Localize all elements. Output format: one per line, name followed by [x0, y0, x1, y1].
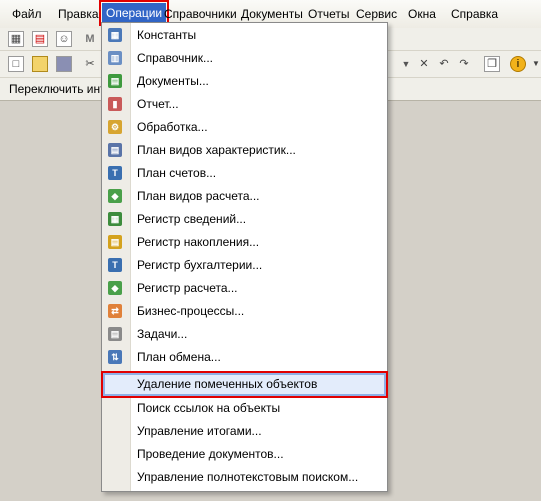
menu-item-characteristic-types[interactable]: ▤ План видов характеристик...: [102, 139, 387, 162]
menu-item-label: Управление полнотекстовым поиском...: [137, 470, 359, 484]
chart-of-accounts-icon: T: [108, 166, 122, 180]
menu-item-label: План обмена...: [137, 350, 221, 364]
menu-catalogs[interactable]: Справочники: [164, 7, 237, 21]
menu-item-label: Регистр сведений...: [137, 212, 247, 226]
menu-service[interactable]: Сервис: [356, 7, 397, 21]
grid-icon[interactable]: ▦: [8, 31, 24, 47]
menu-item-label: План видов расчета...: [137, 189, 260, 203]
clear-icon[interactable]: ✕: [416, 56, 432, 72]
menu-item-label: Константы: [137, 28, 197, 42]
accumulation-register-icon: ▤: [108, 235, 122, 249]
menu-item-label: План видов характеристик...: [137, 143, 296, 157]
open-folder-icon[interactable]: [32, 56, 48, 72]
menu-item-fulltext-search[interactable]: Управление полнотекстовым поиском...: [102, 466, 387, 489]
switch-interface-label[interactable]: Переключить инте: [9, 82, 112, 96]
search-forward-icon[interactable]: ↷: [456, 56, 472, 72]
menu-file[interactable]: Файл: [12, 7, 42, 21]
menu-item-find-references[interactable]: Поиск ссылок на объекты: [102, 397, 387, 420]
menu-item-business-processes[interactable]: ⇄ Бизнес-процессы...: [102, 300, 387, 323]
menu-item-label: Регистр бухгалтерии...: [137, 258, 263, 272]
exchange-plan-icon: ⇅: [108, 350, 122, 364]
report-icon: ▮: [108, 97, 122, 111]
menu-item-catalog[interactable]: ▥ Справочник...: [102, 47, 387, 70]
menu-item-exchange-plan[interactable]: ⇅ План обмена...: [102, 346, 387, 369]
menu-edit[interactable]: Правка: [58, 7, 99, 21]
menu-item-label: Обработка...: [137, 120, 208, 134]
cut-icon[interactable]: ✂: [82, 56, 98, 72]
menu-item-constants[interactable]: ▦ Константы: [102, 24, 387, 47]
calendar-icon[interactable]: ▤: [32, 31, 48, 47]
menu-item-documents[interactable]: ▤ Документы...: [102, 70, 387, 93]
documents-icon: ▤: [108, 74, 122, 88]
menu-documents[interactable]: Документы: [241, 7, 303, 21]
chevron-down-icon[interactable]: ▼: [399, 57, 413, 71]
chevron-down-icon-2[interactable]: ▼: [528, 56, 541, 72]
menu-windows[interactable]: Окна: [408, 7, 436, 21]
menu-item-label: Отчет...: [137, 97, 179, 111]
processing-icon: ⚙: [108, 120, 122, 134]
menu-help[interactable]: Справка: [451, 7, 498, 21]
catalog-icon: ▥: [108, 51, 122, 65]
menu-item-label: Управление итогами...: [137, 424, 262, 438]
info-icon[interactable]: i: [510, 56, 526, 72]
search-back-icon[interactable]: ↶: [436, 56, 452, 72]
menu-item-report[interactable]: ▮ Отчет...: [102, 93, 387, 116]
operations-dropdown: ▦ Константы ▥ Справочник... ▤ Документы.…: [101, 22, 388, 492]
menu-item-information-register[interactable]: ▦ Регистр сведений...: [102, 208, 387, 231]
business-process-icon: ⇄: [108, 304, 122, 318]
calculation-types-icon: ◆: [108, 189, 122, 203]
menu-item-calculation-register[interactable]: ◆ Регистр расчета...: [102, 277, 387, 300]
tasks-icon: ▤: [108, 327, 122, 341]
m-icon[interactable]: M: [82, 31, 98, 47]
menu-item-processing[interactable]: ⚙ Обработка...: [102, 116, 387, 139]
menu-item-label: Задачи...: [137, 327, 188, 341]
calculation-register-icon: ◆: [108, 281, 122, 295]
menu-item-label: Поиск ссылок на объекты: [137, 401, 281, 415]
characteristic-types-icon: ▤: [108, 143, 122, 157]
users-icon[interactable]: ☺: [56, 31, 72, 47]
menu-item-label: Регистр накопления...: [137, 235, 260, 249]
menu-item-accumulation-register[interactable]: ▤ Регистр накопления...: [102, 231, 387, 254]
menu-item-post-documents[interactable]: Проведение документов...: [102, 443, 387, 466]
save-icon[interactable]: [56, 56, 72, 72]
windows-icon[interactable]: ❐: [484, 56, 500, 72]
menu-item-accounting-register[interactable]: T Регистр бухгалтерии...: [102, 254, 387, 277]
menu-item-label: Регистр расчета...: [137, 281, 238, 295]
accounting-register-icon: T: [108, 258, 122, 272]
menu-item-delete-marked-objects[interactable]: Удаление помеченных объектов: [101, 371, 388, 398]
menu-item-tasks[interactable]: ▤ Задачи...: [102, 323, 387, 346]
information-register-icon: ▦: [108, 212, 122, 226]
menu-item-calculation-types[interactable]: ◆ План видов расчета...: [102, 185, 387, 208]
menu-reports[interactable]: Отчеты: [308, 7, 349, 21]
menu-item-label: Удаление помеченных объектов: [137, 377, 318, 391]
menu-item-totals-management[interactable]: Управление итогами...: [102, 420, 387, 443]
menu-item-chart-of-accounts[interactable]: T План счетов...: [102, 162, 387, 185]
new-document-icon[interactable]: □: [8, 56, 24, 72]
menu-item-label: Документы...: [137, 74, 209, 88]
menu-item-label: Справочник...: [137, 51, 213, 65]
menu-item-label: План счетов...: [137, 166, 217, 180]
constants-icon: ▦: [108, 28, 122, 42]
menu-item-label: Проведение документов...: [137, 447, 284, 461]
menu-item-label: Бизнес-процессы...: [137, 304, 245, 318]
menu-operations[interactable]: Операции: [98, 0, 170, 26]
